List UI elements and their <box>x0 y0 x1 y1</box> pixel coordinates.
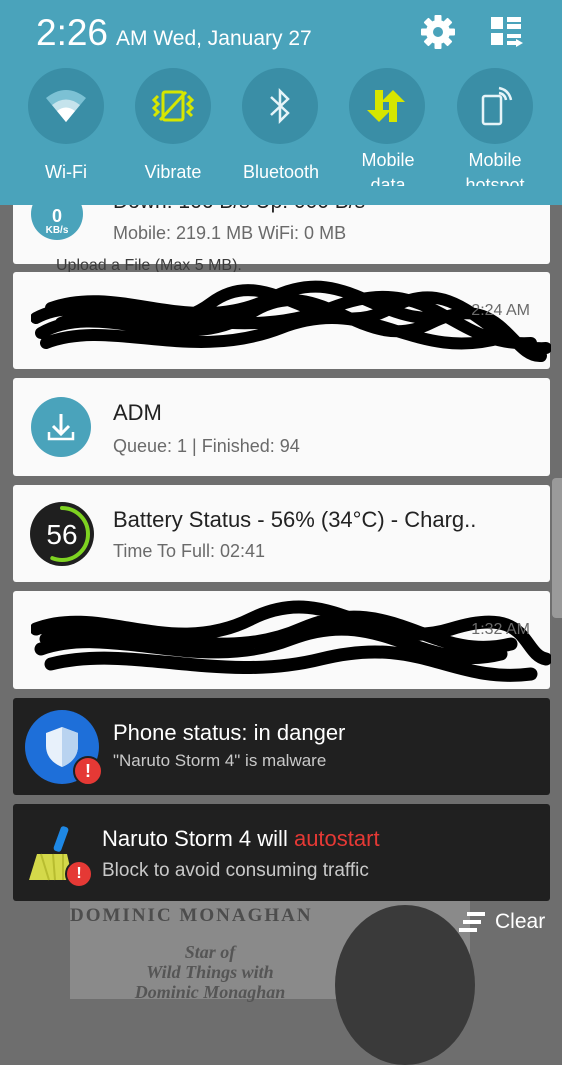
side-panel-handle[interactable] <box>552 478 562 618</box>
vibrate-tile[interactable] <box>135 68 211 144</box>
adm-title: ADM <box>113 400 162 425</box>
clock-time: 2:26 <box>36 12 109 53</box>
mobile-hotspot-icon <box>481 86 513 126</box>
background-text-line3: Wild Things with <box>146 962 274 982</box>
autostart-title-prefix: Naruto Storm 4 will <box>102 826 294 851</box>
settings-gear-icon[interactable] <box>418 12 458 52</box>
clock-date: AM Wed, January 27 <box>116 27 312 50</box>
speed-usage: Mobile: 219.1 MB WiFi: 0 MB <box>113 223 347 243</box>
adm-notification[interactable]: ADM Queue: 1 | Finished: 94 <box>13 378 550 476</box>
quick-settings-panel: 2:26 AM Wed, January 27 Wi-Fi Vibrate Bl… <box>0 0 562 205</box>
redaction-scribble-2 <box>31 600 551 682</box>
mobile-data-icon <box>367 90 405 122</box>
redacted-1-time: 2:24 AM <box>471 302 530 319</box>
battery-time-to-full: Time To Full: 02:41 <box>113 541 266 561</box>
adm-status: Queue: 1 | Finished: 94 <box>113 436 300 456</box>
clear-all-label: Clear <box>495 910 546 933</box>
wifi-tile-label: Wi-Fi <box>45 162 87 182</box>
phone-status-notification[interactable]: ! Phone status: in danger "Naruto Storm … <box>13 698 550 795</box>
vibrate-icon <box>151 90 195 122</box>
background-photo <box>335 905 475 1065</box>
battery-title: Battery Status - 56% (34°C) - Charg.. <box>113 507 477 532</box>
adm-download-icon <box>31 397 91 457</box>
bluetooth-icon <box>270 87 290 125</box>
battery-notification[interactable]: 56 Battery Status - 56% (34°C) - Charg..… <box>13 485 550 582</box>
background-text-line4: Dominic Monaghan <box>134 982 286 1002</box>
battery-badge-value: 56 <box>46 519 77 550</box>
clear-all-icon <box>459 912 485 932</box>
bluetooth-tile[interactable] <box>242 68 318 144</box>
background-text-line2: Star of <box>184 942 236 962</box>
redaction-scribble <box>31 280 551 362</box>
mobile-hotspot-tile[interactable] <box>457 68 533 144</box>
redacted-notification-1[interactable]: 2:24 AM <box>13 272 551 369</box>
redacted-notification-2[interactable]: 1:32 AM <box>13 591 551 689</box>
bluetooth-tile-label: Bluetooth <box>242 162 320 182</box>
warning-icon-2: ! <box>65 860 93 888</box>
clear-all-button[interactable]: Clear <box>459 910 545 934</box>
vibrate-tile-label: Vibrate <box>144 162 202 182</box>
wifi-tile[interactable] <box>28 68 104 144</box>
autostart-notification[interactable]: ! Naruto Storm 4 will autostart Block to… <box>13 804 550 901</box>
autostart-title: Naruto Storm 4 will autostart <box>102 826 380 852</box>
background-text-line1: DOMINIC MONAGHAN <box>70 905 313 926</box>
redacted-2-time: 1:32 AM <box>471 621 530 638</box>
edit-tiles-icon[interactable] <box>487 12 527 52</box>
battery-level-gauge-icon: 56 <box>30 502 94 566</box>
warning-icon: ! <box>73 756 103 786</box>
wifi-icon <box>46 90 86 122</box>
mobile-data-tile[interactable] <box>349 68 425 144</box>
speed-badge-unit: KB/s <box>45 224 69 236</box>
phone-status-sub: "Naruto Storm 4" is malware <box>113 751 327 770</box>
speed-badge-value: 0 <box>51 205 62 226</box>
phone-status-title: Phone status: in danger <box>113 720 346 745</box>
background-text-block: Star of Wild Things with Dominic Monagha… <box>110 942 310 1002</box>
autostart-title-highlight: autostart <box>293 826 380 851</box>
autostart-sub: Block to avoid consuming traffic <box>102 860 369 881</box>
